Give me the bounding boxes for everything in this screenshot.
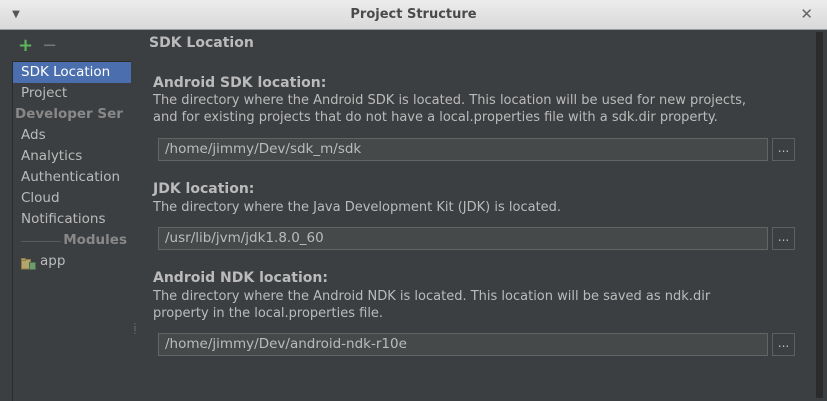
developer-services-header: Developer Ser [15,106,123,122]
modules-label: Modules [63,232,127,248]
sidebar: + − SDK Location Project Developer Ser A… [0,30,131,401]
android-sdk-description-line1: The directory where the Android SDK is l… [153,93,747,108]
sidebar-item-app[interactable]: app [13,251,131,272]
android-sdk-path-field[interactable]: /home/jimmy/Dev/sdk_m/sdk [158,138,768,161]
sidebar-item-notifications[interactable]: Notifications [13,209,131,230]
jdk-browse-button[interactable]: ... [772,227,795,250]
android-sdk-title: Android SDK location: [153,75,327,91]
module-folder-icon [21,256,36,270]
main-panel: SDK Location Android SDK location: The d… [138,30,812,400]
modules-header: Modules [13,230,131,251]
jdk-path-field[interactable]: /usr/lib/jvm/jdk1.8.0_60 [158,227,768,250]
android-sdk-browse-button[interactable]: ... [772,138,795,161]
structure-tree: SDK Location Project Developer Ser Ads A… [12,61,131,401]
android-ndk-browse-button[interactable]: ... [772,333,795,356]
sidebar-item-cloud[interactable]: Cloud [13,188,131,209]
sidebar-item-authentication[interactable]: Authentication [13,167,131,188]
android-ndk-description-line2: property in the local.properties file. [153,306,384,321]
sidebar-item-app-label: app [40,253,66,269]
close-icon[interactable]: ✕ [800,6,813,22]
sidebar-item-analytics[interactable]: Analytics [13,146,131,167]
remove-icon[interactable]: − [42,37,57,55]
jdk-description: The directory where the Java Development… [153,200,562,215]
scrollbar-track[interactable] [816,32,823,398]
add-icon[interactable]: + [18,37,33,55]
sidebar-item-ads[interactable]: Ads [13,125,131,146]
sidebar-item-project[interactable]: Project [13,83,131,104]
page-title: SDK Location [149,35,254,51]
jdk-title: JDK location: [153,181,255,197]
sidebar-item-sdk-location[interactable]: SDK Location [13,62,131,83]
title-bar: ▼ Project Structure ✕ [0,0,827,30]
android-ndk-description-line1: The directory where the Android NDK is l… [153,289,711,304]
modules-divider [21,241,61,242]
android-ndk-path-field[interactable]: /home/jimmy/Dev/android-ndk-r10e [158,333,768,356]
android-ndk-title: Android NDK location: [153,270,328,286]
window-title: Project Structure [350,7,477,22]
vertical-scrollbar[interactable] [812,30,827,400]
splitter-handle[interactable]: ⋮ ⋮ [131,323,139,339]
android-sdk-description-line2: and for existing projects that do not ha… [153,110,718,125]
